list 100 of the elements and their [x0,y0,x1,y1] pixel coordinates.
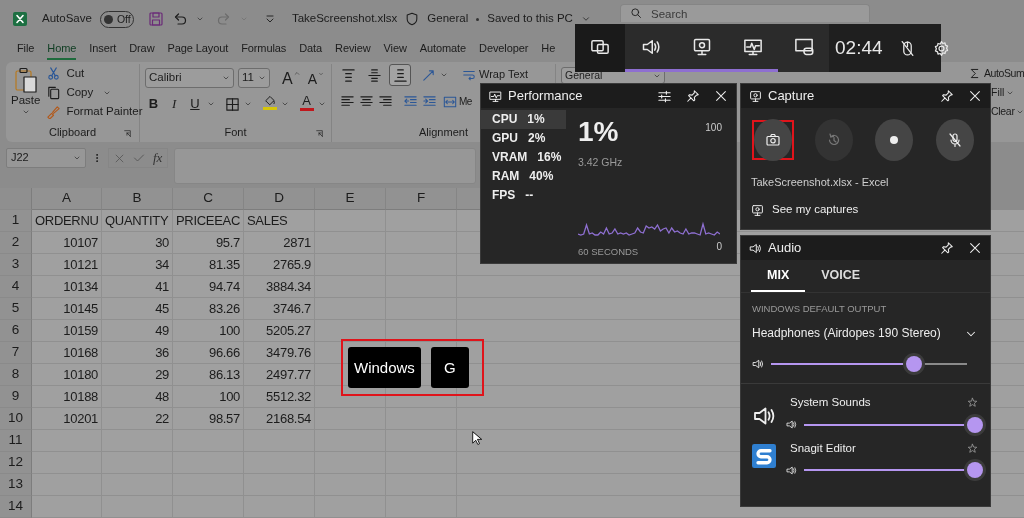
font-color-button[interactable]: A [299,94,315,114]
row-header[interactable]: 8 [0,364,32,386]
metric-tab[interactable]: CPU 1% [481,110,566,129]
cut-button[interactable]: Cut [46,64,143,83]
copy-button[interactable]: Copy [46,83,94,102]
ribbon-tab[interactable]: Automate [419,40,467,60]
section-label: WINDOWS DEFAULT OUTPUT [751,302,888,315]
underline-button[interactable]: U [186,94,204,114]
frequency-label: 3.42 GHz [578,156,624,169]
column-header[interactable]: D [244,188,315,210]
ribbon-tab[interactable]: Draw [129,40,155,60]
table-cell: 94.74 [173,276,244,298]
row-header[interactable]: 13 [0,474,32,496]
row-header[interactable]: 12 [0,452,32,474]
ribbon-tab[interactable]: Home [47,40,77,60]
table-cell: 86.13 [173,364,244,386]
fill-button[interactable]: Fill [991,83,1024,102]
app-name: System Sounds [790,395,871,410]
wrap-text-button[interactable]: Wrap Text [462,67,529,83]
panel-title: Capture [768,88,815,104]
row-header[interactable]: 2 [0,232,32,254]
cpu-usage-value: 1% [578,118,619,146]
italic-button[interactable]: I [165,94,183,114]
ribbon-tab[interactable]: Formulas [241,40,287,60]
table-cell: 2497.77 [244,364,315,386]
table-cell: 29 [102,364,173,386]
table-cell: 10188 [32,386,102,408]
audio-tab[interactable]: MIX [751,262,806,292]
file-name: TakeScreenshot.xlsx [291,12,398,26]
row-header[interactable]: 6 [0,320,32,342]
table-cell: 49 [102,320,173,342]
table-cell: ORDERNU [32,210,102,232]
row-header[interactable]: 1 [0,210,32,232]
column-header[interactable]: A [32,188,102,210]
ribbon-tab[interactable]: Data [299,40,323,60]
table-cell: 96.66 [173,342,244,364]
table-cell: 81.35 [173,254,244,276]
table-cell: 100 [173,386,244,408]
row-header[interactable]: 9 [0,386,32,408]
table-cell: 10145 [32,298,102,320]
table-cell: 10107 [32,232,102,254]
name-box[interactable]: J22 [6,148,86,168]
row-header[interactable]: 4 [0,276,32,298]
ribbon-tab[interactable]: File [17,40,35,60]
clear-button[interactable]: Clear [991,102,1024,121]
row-header[interactable]: 14 [0,496,32,518]
table-cell: 34 [102,254,173,276]
ribbon-tab[interactable]: Developer [479,40,529,60]
axis-min-label: 0 [716,240,722,253]
metric-tab[interactable]: GPU 2% [481,129,566,148]
column-header[interactable]: C [173,188,244,210]
grow-font-button[interactable]: A [280,68,302,88]
ribbon-tab[interactable]: Page Layout [167,40,229,60]
font-size-dropdown[interactable]: 11 [238,68,270,88]
captures-link[interactable]: See my captures [772,203,859,217]
table-cell: 2168.54 [244,408,315,430]
merge-button[interactable]: Me [443,92,472,111]
save-status: Saved to this PC [487,12,573,26]
autosum-button[interactable]: AutoSum [968,64,1024,83]
column-header[interactable]: E [315,188,386,210]
table-cell: 5512.32 [244,386,315,408]
keyboard-key: G [430,347,469,388]
table-cell: 3479.76 [244,342,315,364]
bold-button[interactable]: B [145,94,162,114]
table-cell: 10168 [32,342,102,364]
capture-target: TakeScreenshot.xlsx - Excel [750,175,890,190]
column-header[interactable]: F [386,188,457,210]
table-cell: 10134 [32,276,102,298]
format-painter-button[interactable]: Format Painter [46,102,143,121]
row-header[interactable]: 10 [0,408,32,430]
search-field[interactable]: Search [620,4,870,22]
app-name: Snagit Editor [790,441,856,456]
autosave-label: AutoSave [42,12,92,26]
font-name-dropdown[interactable]: Calibri [145,68,235,88]
table-cell: 3884.34 [244,276,315,298]
audio-tab[interactable]: VOICE [805,262,877,292]
row-header[interactable]: 11 [0,430,32,452]
metric-tab[interactable]: RAM 40% [481,167,566,186]
table-cell: 100 [173,320,244,342]
table-cell: 3746.7 [244,298,315,320]
ribbon-tab[interactable]: View [383,40,407,60]
row-header[interactable]: 5 [0,298,32,320]
table-cell: 45 [102,298,173,320]
table-cell: 30 [102,232,173,254]
paste-button[interactable]: Paste [11,64,41,124]
table-cell: 83.26 [173,298,244,320]
column-header[interactable]: B [102,188,173,210]
output-device[interactable]: Headphones (Airdopes 190 Stereo) [752,326,941,341]
ribbon-tab[interactable]: He [541,40,556,60]
metric-tab[interactable]: FPS -- [481,186,566,205]
row-header[interactable]: 7 [0,342,32,364]
insert-function-button[interactable]: fx [153,150,163,166]
metric-tab[interactable]: VRAM 16% [481,148,566,167]
ribbon-tab[interactable]: Review [335,40,371,60]
table-cell: 95.7 [173,232,244,254]
table-cell: 98.57 [173,408,244,430]
shrink-font-button[interactable]: A [305,68,326,88]
row-header[interactable]: 3 [0,254,32,276]
ribbon-tab[interactable]: Insert [89,40,117,60]
table-cell: QUANTITY [102,210,173,232]
